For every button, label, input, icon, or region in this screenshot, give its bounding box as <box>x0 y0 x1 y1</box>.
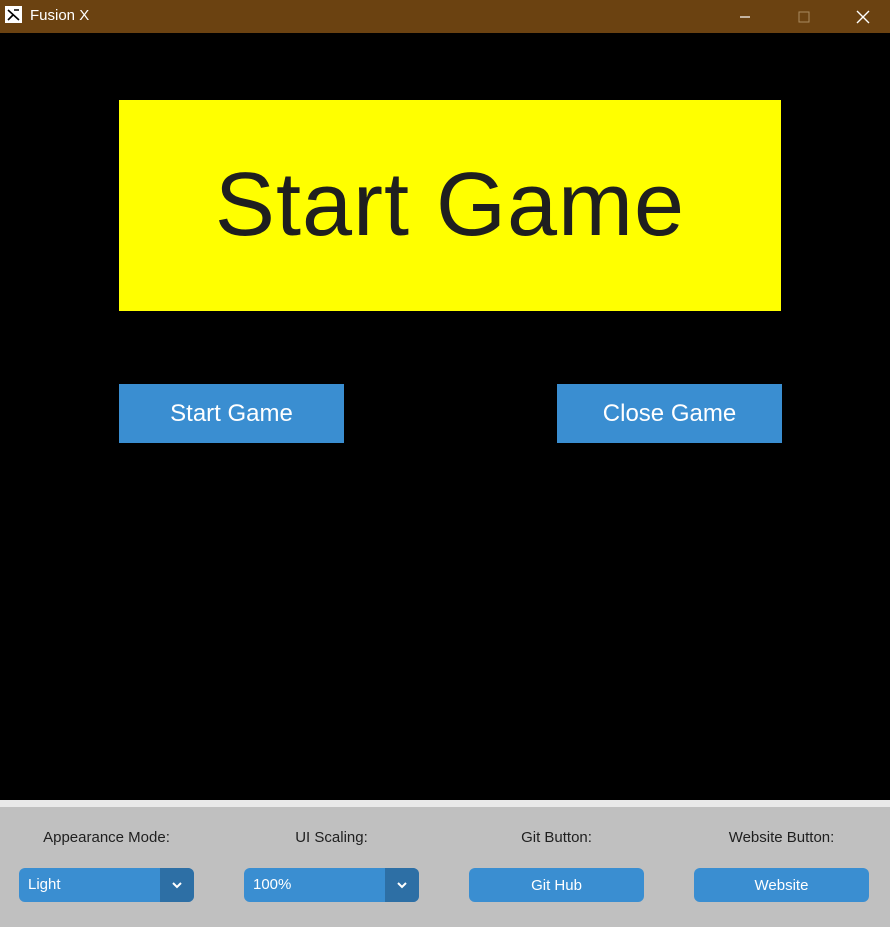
window-title: Fusion X <box>30 7 90 24</box>
start-game-button[interactable]: Start Game <box>119 384 344 443</box>
git-label: Git Button: <box>521 829 592 846</box>
scaling-value: 100% <box>253 876 292 893</box>
close-window-button[interactable] <box>834 0 890 33</box>
chevron-down-icon <box>172 882 182 889</box>
chevron-down-icon <box>397 882 407 889</box>
git-hub-button[interactable]: Git Hub <box>469 868 644 902</box>
website-label: Website Button: <box>728 829 835 846</box>
minimize-icon <box>740 15 750 18</box>
appearance-dropdown-toggle[interactable] <box>160 868 194 902</box>
appearance-label: Appearance Mode: <box>43 829 170 846</box>
close-icon <box>856 10 870 23</box>
scaling-dropdown-toggle[interactable] <box>385 868 419 902</box>
website-button[interactable]: Website <box>694 868 869 902</box>
appearance-value: Light <box>28 876 61 893</box>
maximize-button[interactable] <box>775 0 833 33</box>
settings-bar: Appearance Mode: Light UI Scaling: 100% … <box>0 807 890 927</box>
close-game-button[interactable]: Close Game <box>557 384 782 443</box>
game-area: Start Game Start Game Close Game <box>0 33 890 800</box>
maximize-icon <box>798 11 810 22</box>
appearance-dropdown[interactable]: Light <box>19 868 194 902</box>
title-banner: Start Game <box>119 100 781 311</box>
minimize-button[interactable] <box>716 0 774 33</box>
title-bar: Fusion X <box>0 0 890 33</box>
app-logo-icon <box>5 6 22 23</box>
banner-title: Start Game <box>214 155 686 255</box>
scaling-label: UI Scaling: <box>295 829 368 846</box>
scaling-dropdown[interactable]: 100% <box>244 868 419 902</box>
divider <box>0 800 890 807</box>
